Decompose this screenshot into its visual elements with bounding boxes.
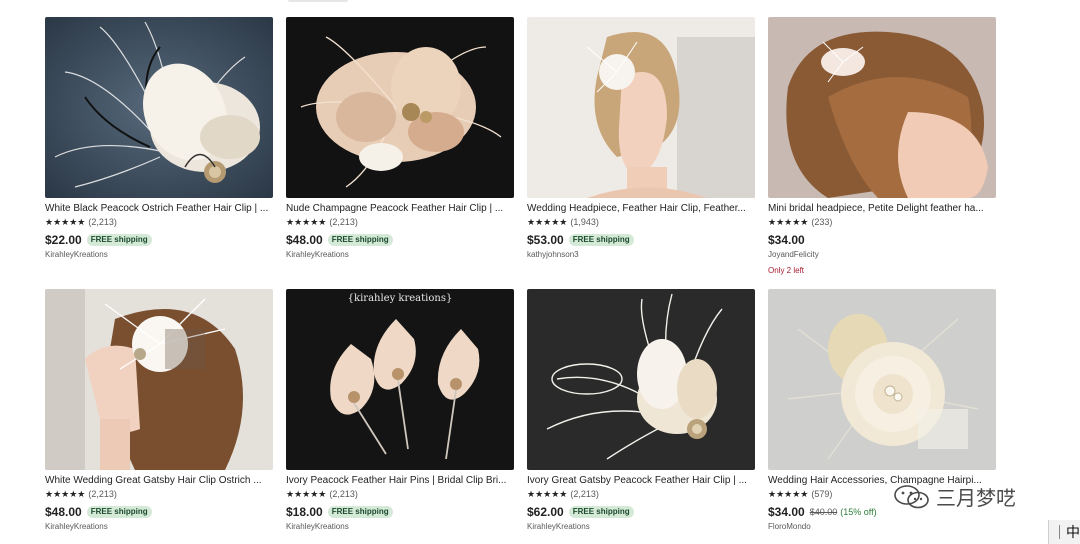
price: $34.00 xyxy=(768,232,805,247)
shop-name[interactable]: JoyandFelicity xyxy=(768,250,996,260)
rating: ★★★★★ (2,213) xyxy=(286,489,514,500)
price: $34.00 xyxy=(768,504,805,519)
shop-name[interactable]: KirahleyKreations xyxy=(45,522,273,532)
price: $48.00 xyxy=(286,232,323,247)
free-shipping-badge: FREE shipping xyxy=(568,233,634,246)
free-shipping-badge: FREE shipping xyxy=(568,505,634,518)
listing-image-4[interactable] xyxy=(768,17,996,198)
stock-warning: Only 2 left xyxy=(768,266,805,275)
listing-card-7[interactable]: Ivory Great Gatsby Peacock Feather Hair … xyxy=(527,289,755,544)
watermark: 三月梦呓 xyxy=(892,482,1016,511)
price-line: $62.00 FREE shipping xyxy=(527,504,755,519)
star-rating-icon: ★★★★★ xyxy=(45,489,86,499)
image-caption: {kirahley kreations} xyxy=(348,293,453,304)
shop-name[interactable]: KirahleyKreations xyxy=(286,250,514,260)
listing-title[interactable]: Nude Champagne Peacock Feather Hair Clip… xyxy=(286,203,514,215)
listing-card-5[interactable]: White Wedding Great Gatsby Hair Clip Ost… xyxy=(45,289,273,544)
rating: ★★★★★ (1,943) xyxy=(527,217,755,228)
star-rating-icon: ★★★★★ xyxy=(286,217,327,227)
star-rating-icon: ★★★★★ xyxy=(768,217,809,227)
rating: ★★★★★ (2,213) xyxy=(527,489,755,500)
listing-image-2[interactable] xyxy=(286,17,514,198)
price-line: $53.00 FREE shipping xyxy=(527,232,755,247)
listing-card-4[interactable]: Mini bridal headpiece, Petite Delight fe… xyxy=(768,17,996,289)
price-line: $48.00 FREE shipping xyxy=(45,504,273,519)
ime-divider xyxy=(1059,525,1060,539)
listing-image-1[interactable] xyxy=(45,17,273,198)
star-rating-icon: ★★★★★ xyxy=(45,217,86,227)
free-shipping-badge: FREE shipping xyxy=(327,505,393,518)
review-count: (233) xyxy=(811,217,833,227)
rating: ★★★★★ (2,213) xyxy=(286,217,514,228)
rating: ★★★★★ (233) xyxy=(768,217,996,228)
original-price: $40.00 xyxy=(809,506,838,517)
listing-title[interactable]: Ivory Peacock Feather Hair Pins | Bridal… xyxy=(286,475,514,487)
rating: ★★★★★ (2,213) xyxy=(45,217,273,228)
review-count: (2,213) xyxy=(329,489,358,499)
watermark-text: 三月梦呓 xyxy=(936,486,1016,510)
price: $48.00 xyxy=(45,504,82,519)
listing-card-3[interactable]: Wedding Headpiece, Feather Hair Clip, Fe… xyxy=(527,17,755,289)
wechat-icon xyxy=(894,484,929,508)
free-shipping-badge: FREE shipping xyxy=(327,233,393,246)
listing-image-3[interactable] xyxy=(527,17,755,198)
price-line: $48.00 FREE shipping xyxy=(286,232,514,247)
star-rating-icon: ★★★★★ xyxy=(527,489,568,499)
listing-title[interactable]: White Wedding Great Gatsby Hair Clip Ost… xyxy=(45,475,273,487)
ime-indicator[interactable]: 中 xyxy=(1048,520,1080,544)
listing-image-8[interactable] xyxy=(768,289,996,470)
listing-title[interactable]: Mini bridal headpiece, Petite Delight fe… xyxy=(768,203,996,215)
shop-name[interactable]: FloroMondo xyxy=(768,522,996,532)
listing-card-1[interactable]: White Black Peacock Ostrich Feather Hair… xyxy=(45,17,273,289)
listing-image-6[interactable]: {kirahley kreations} xyxy=(286,289,514,470)
shop-name[interactable]: kathyjohnson3 xyxy=(527,250,755,260)
review-count: (2,213) xyxy=(329,217,358,227)
listing-title[interactable]: Wedding Headpiece, Feather Hair Clip, Fe… xyxy=(527,203,755,215)
shop-name[interactable]: KirahleyKreations xyxy=(286,522,514,532)
listing-title[interactable]: Ivory Great Gatsby Peacock Feather Hair … xyxy=(527,475,755,487)
price-line: $18.00 FREE shipping xyxy=(286,504,514,519)
discount-percent: (15% off) xyxy=(840,506,877,517)
listing-card-6[interactable]: {kirahley kreations} Ivory Peacock Feath… xyxy=(286,289,514,544)
ime-language-label: 中 xyxy=(1066,524,1080,540)
rating: ★★★★★ (2,213) xyxy=(45,489,273,500)
listing-grid: White Black Peacock Ostrich Feather Hair… xyxy=(45,17,996,544)
top-scroll-stub xyxy=(288,0,348,2)
listing-image-5[interactable] xyxy=(45,289,273,470)
shop-name[interactable]: KirahleyKreations xyxy=(45,250,273,260)
listing-card-2[interactable]: Nude Champagne Peacock Feather Hair Clip… xyxy=(286,17,514,289)
listing-title[interactable]: White Black Peacock Ostrich Feather Hair… xyxy=(45,203,273,215)
review-count: (2,213) xyxy=(88,489,117,499)
price: $18.00 xyxy=(286,504,323,519)
shop-name[interactable]: KirahleyKreations xyxy=(527,522,755,532)
price: $22.00 xyxy=(45,232,82,247)
price-line: $22.00 FREE shipping xyxy=(45,232,273,247)
price: $53.00 xyxy=(527,232,564,247)
star-rating-icon: ★★★★★ xyxy=(286,489,327,499)
star-rating-icon: ★★★★★ xyxy=(768,489,809,499)
review-count: (1,943) xyxy=(570,217,599,227)
free-shipping-badge: FREE shipping xyxy=(86,233,152,246)
review-count: (579) xyxy=(811,489,833,499)
star-rating-icon: ★★★★★ xyxy=(527,217,568,227)
review-count: (2,213) xyxy=(88,217,117,227)
price-line: $34.00 xyxy=(768,232,996,247)
review-count: (2,213) xyxy=(570,489,599,499)
free-shipping-badge: FREE shipping xyxy=(86,505,152,518)
listing-image-7[interactable] xyxy=(527,289,755,470)
price: $62.00 xyxy=(527,504,564,519)
